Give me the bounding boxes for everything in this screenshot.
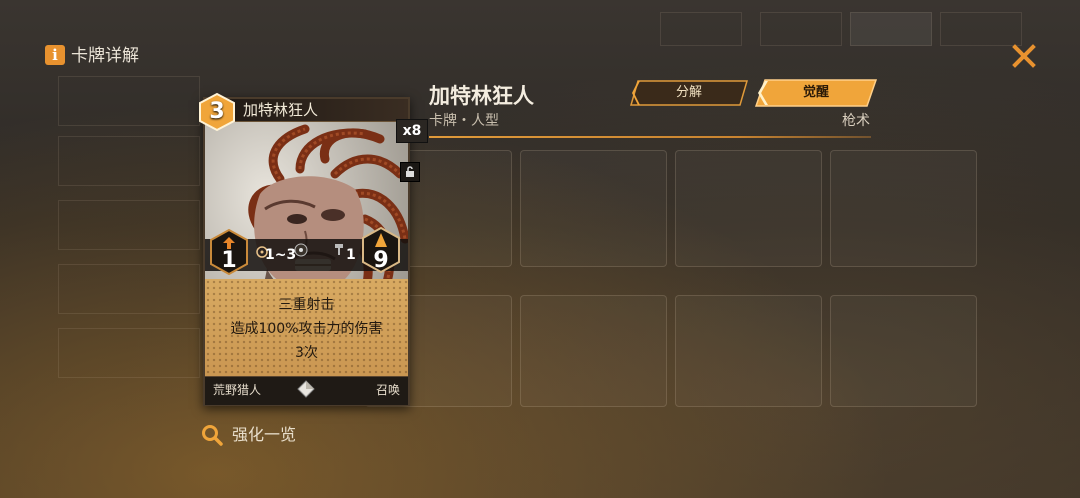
decompose-button[interactable]: 分解 (630, 80, 748, 106)
diamond-icon (297, 380, 315, 398)
bg-row-ghost-4 (58, 264, 200, 314)
bg-row-ghost-1 (58, 76, 200, 126)
awaken-button[interactable]: 觉醒 (755, 79, 877, 107)
bg-card-ghost-8 (830, 295, 977, 407)
bg-row-ghost-2 (58, 136, 200, 186)
hammer-icon (335, 244, 343, 255)
bg-row-ghost-3 (58, 200, 200, 250)
decompose-label: 分解 (675, 85, 702, 100)
effect-description: 造成100%攻击力的伤害 (230, 321, 383, 337)
info-icon: i (45, 45, 65, 65)
bg-card-ghost-3 (675, 150, 822, 267)
attack-value: 1 (221, 248, 237, 273)
effect-repeat: 3次 (295, 345, 318, 361)
bg-card-ghost-2 (520, 150, 667, 267)
close-x-icon (1012, 44, 1036, 68)
detail-title: 加特林狂人 (429, 84, 534, 108)
card-name: 加特林狂人 (243, 101, 319, 119)
bg-tab-ghost-1 (660, 12, 742, 46)
bg-row-ghost-5 (58, 328, 200, 378)
card-footer: 荒野猎人 召唤 (205, 376, 408, 405)
gear-icon (294, 243, 308, 257)
detail-subtitle: 卡牌・人型 (429, 113, 499, 129)
bg-tab-ghost-3 (850, 12, 932, 46)
card[interactable]: 加特林狂人 3 x8 1 1~3 1 9 三重射击 造成100%攻击力的伤害 3… (199, 92, 428, 406)
unlock-icon[interactable] (400, 162, 420, 182)
card-effect-box: 三重射击 造成100%攻击力的伤害 3次 (205, 279, 408, 384)
effect-skill-name: 三重射击 (278, 297, 335, 313)
small-stat-value: 1 (346, 247, 356, 263)
enhance-overview-label: 强化一览 (232, 425, 297, 444)
panel-title: 卡牌详解 (71, 46, 139, 66)
card-faction: 荒野猎人 (213, 383, 262, 397)
awaken-label: 觉醒 (802, 85, 829, 100)
card-cost: 3 (209, 99, 225, 124)
magnifier-icon (202, 425, 223, 446)
health-value: 9 (373, 248, 389, 273)
bg-tab-ghost-2 (760, 12, 842, 46)
bg-tab-ghost-4 (940, 12, 1022, 46)
close-button[interactable] (1010, 43, 1038, 71)
detail-tag: 枪术 (842, 113, 870, 129)
card-count-badge: x8 (396, 119, 428, 143)
bg-card-ghost-6 (520, 295, 667, 407)
range-value: 1~3 (265, 247, 297, 263)
bg-card-ghost-7 (675, 295, 822, 407)
bg-card-ghost-4 (830, 150, 977, 267)
divider-line (429, 136, 871, 138)
card-type: 召唤 (375, 383, 400, 397)
